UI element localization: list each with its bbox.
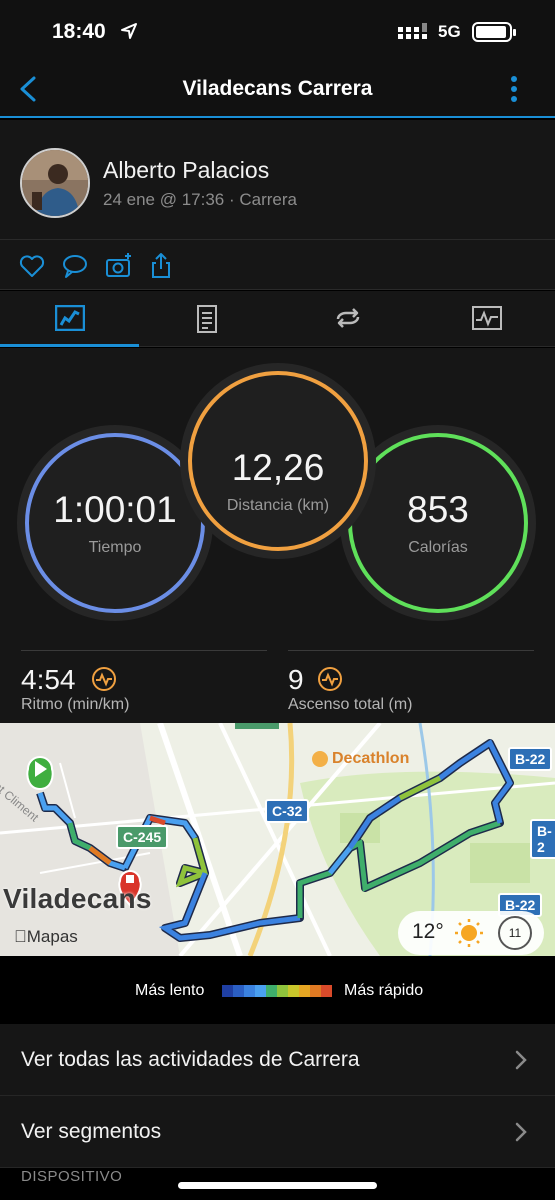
pace-color-swatch xyxy=(310,985,321,997)
pace-label: Ritmo (min/km) xyxy=(21,696,130,713)
legend-fast-label: Más rápido xyxy=(344,982,424,999)
distance-value: 12,26 xyxy=(231,447,325,488)
action-bar xyxy=(0,240,555,290)
pace-legend: Más lento Más rápido xyxy=(0,956,555,1024)
comment-icon[interactable] xyxy=(61,252,89,280)
town-label: Viladecans xyxy=(3,883,152,914)
sun-icon xyxy=(455,919,483,947)
tab-stats[interactable] xyxy=(139,291,278,347)
add-photo-icon[interactable] xyxy=(105,252,133,280)
pace-color-swatch xyxy=(222,985,233,997)
status-bar: 18:40 5G xyxy=(0,0,555,64)
activity-meta: 24 ene @ 17:36 · Carrera xyxy=(103,190,297,209)
ascent-label: Ascenso total (m) xyxy=(288,696,413,713)
tab-charts[interactable] xyxy=(417,291,555,347)
pace-color-swatch xyxy=(321,985,332,997)
laps-loop-icon xyxy=(336,308,360,328)
avatar[interactable] xyxy=(20,148,90,218)
road-shield: C-245 xyxy=(116,825,169,849)
stats-panel: 1:00:01 Tiempo 853 Calorías 12,26 Distan… xyxy=(0,348,555,723)
pace-color-swatch xyxy=(277,985,288,997)
distance-circle: 12,26 Distancia (km) xyxy=(188,371,368,551)
pace-color-swatch xyxy=(299,985,310,997)
garmin-connect-icon xyxy=(92,667,116,691)
view-all-activities-row[interactable]: Ver todas las actividades de Carrera xyxy=(0,1024,555,1096)
avatar-photo xyxy=(22,150,88,216)
road-shield: B-22 xyxy=(508,747,553,771)
garmin-connect-icon xyxy=(318,667,342,691)
row-label: Ver todas las actividades de Carrera xyxy=(21,1048,360,1071)
tab-laps[interactable] xyxy=(278,291,417,347)
document-icon xyxy=(197,305,217,333)
section-header: DISPOSITIVO xyxy=(21,1168,123,1185)
pace-color-swatch xyxy=(244,985,255,997)
calories-label: Calorías xyxy=(408,539,468,556)
overview-chart-icon xyxy=(55,305,85,331)
share-icon[interactable] xyxy=(148,252,176,280)
road-shield: C-32 xyxy=(265,799,310,823)
air-quality-badge: 11 xyxy=(498,916,532,950)
detail-tabs xyxy=(0,291,555,347)
route-map[interactable]: nt Climent Decathlon C-245 C-32 B-22 B-2… xyxy=(0,723,555,956)
weather-temp: 12° xyxy=(412,920,444,943)
weather-badge: 12° 11 xyxy=(398,911,544,955)
activity-links: Ver todas las actividades de Carrera Ver… xyxy=(0,1024,555,1168)
ascent-value: 9 xyxy=(288,664,304,695)
pace-color-swatch xyxy=(288,985,299,997)
time-value: 1:00:01 xyxy=(53,489,177,530)
more-vertical-icon[interactable] xyxy=(504,74,524,104)
view-segments-row[interactable]: Ver segmentos xyxy=(0,1096,555,1168)
pace-color-swatch xyxy=(255,985,266,997)
chart-pulse-icon xyxy=(472,306,502,330)
location-arrow-icon xyxy=(121,23,137,39)
tab-overview[interactable] xyxy=(0,291,139,347)
home-indicator[interactable] xyxy=(178,1182,377,1189)
calories-value: 853 xyxy=(407,489,469,530)
signal-icon xyxy=(398,23,427,39)
status-time: 18:40 xyxy=(52,20,106,43)
pace-stat: 4:54 Ritmo (min/km) xyxy=(21,650,267,720)
apple-icon:  xyxy=(14,927,27,946)
athlete-name[interactable]: Alberto Palacios xyxy=(103,157,269,184)
poi-label: Decathlon xyxy=(332,750,410,767)
chevron-right-icon xyxy=(515,1122,527,1142)
legend-slow-label: Más lento xyxy=(135,982,205,999)
pace-color-swatch xyxy=(266,985,277,997)
activity-header: Alberto Palacios 24 ene @ 17:36 · Carrer… xyxy=(0,120,555,240)
road-shield: B-2 xyxy=(530,819,555,859)
chevron-right-icon xyxy=(515,1050,527,1070)
map-attribution: Mapas xyxy=(14,927,78,946)
pace-value: 4:54 xyxy=(21,664,76,695)
time-circle: 1:00:01 Tiempo xyxy=(25,433,205,613)
distance-label: Distancia (km) xyxy=(226,497,330,514)
network-type: 5G xyxy=(438,22,461,41)
time-label: Tiempo xyxy=(88,539,142,556)
calories-circle: 853 Calorías xyxy=(348,433,528,613)
row-label: Ver segmentos xyxy=(21,1120,162,1143)
like-heart-icon[interactable] xyxy=(18,252,46,280)
nav-bar: Viladecans Carrera xyxy=(0,64,555,118)
pace-color-swatch xyxy=(233,985,244,997)
battery-icon xyxy=(472,22,516,42)
pace-color-scale xyxy=(222,985,332,997)
ascent-stat: 9 Ascenso total (m) xyxy=(288,650,534,720)
page-title: Viladecans Carrera xyxy=(182,77,373,100)
